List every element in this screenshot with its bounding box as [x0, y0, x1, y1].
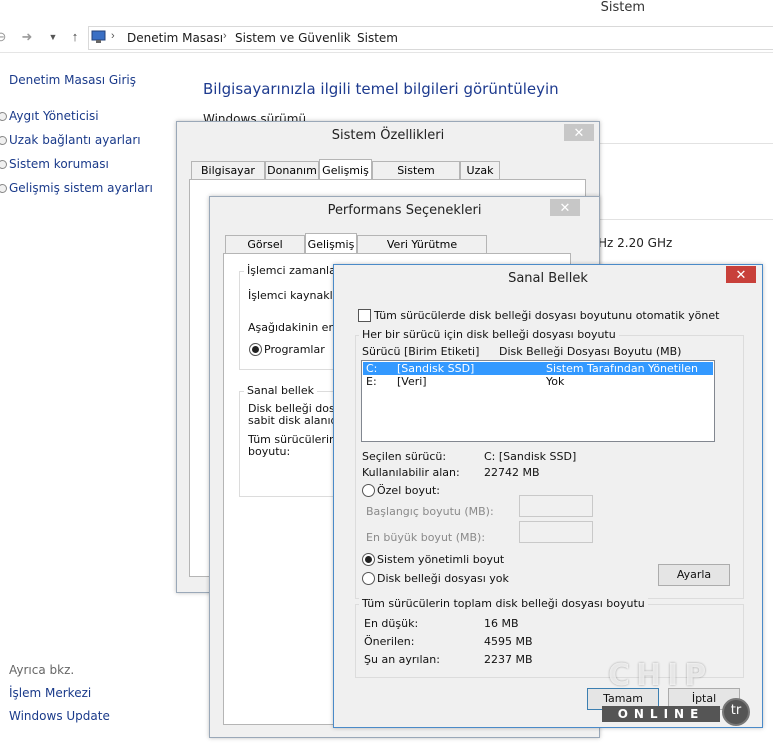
tab-system-protection[interactable]: Sistem Koruması	[372, 161, 460, 195]
control-panel-icon	[91, 30, 106, 43]
chip-online-watermark: CHIP ONLINE tr	[600, 658, 750, 726]
close-icon[interactable]: ✕	[564, 124, 594, 141]
close-icon[interactable]: ✕	[726, 266, 756, 283]
see-also-windows-update[interactable]: Windows Update	[9, 709, 110, 723]
programs-label: Programlar	[264, 343, 325, 356]
currently-allocated-value: 2237 MB	[484, 653, 533, 666]
custom-size-label: Özel boyut:	[377, 484, 440, 497]
sidebar-item-advanced-settings[interactable]: Gelişmiş sistem ayarları	[0, 181, 153, 195]
tab-data-execution-prevention[interactable]: Veri Yürütme Engellemesi	[357, 235, 487, 269]
system-managed-label: Sistem yönetimli boyut	[377, 553, 505, 566]
breadcrumb-separator: ›	[223, 30, 227, 42]
dialog-title: Sistem Özellikleri	[331, 128, 445, 143]
dialog-title: Sanal Bellek	[508, 271, 588, 286]
window-title: Sistem	[600, 0, 645, 15]
tab-hardware[interactable]: Donanım	[265, 161, 319, 180]
divider	[590, 143, 773, 144]
column-header-size: Disk Belleği Dosyası Boyutu (MB)	[499, 345, 682, 358]
group-label: Tüm sürücülerin toplam disk belleği dosy…	[359, 597, 648, 610]
tab-advanced[interactable]: Gelişmiş	[319, 159, 372, 181]
set-button[interactable]: Ayarla	[658, 564, 730, 586]
no-paging-file-label: Disk belleği dosyası yok	[377, 572, 509, 585]
system-managed-radio[interactable]	[362, 553, 375, 566]
cpu-speed-value: Hz 2.20 GHz	[598, 236, 673, 250]
max-size-input[interactable]	[519, 521, 593, 543]
drive-label: [Veri]	[397, 375, 427, 388]
see-also-action-center[interactable]: İşlem Merkezi	[9, 686, 91, 700]
see-also-heading: Ayrıca bkz.	[9, 663, 75, 677]
drive-pagefile-size: Yok	[546, 375, 565, 388]
group-label: Her bir sürücü için disk belleği dosyası…	[359, 328, 619, 341]
watermark-badge: tr	[722, 698, 750, 726]
tab-remote[interactable]: Uzak	[460, 161, 500, 180]
tab-advanced[interactable]: Gelişmiş	[305, 233, 357, 255]
dialog-title: Performans Seçenekleri	[327, 203, 482, 218]
group-label: Sanal bellek	[244, 384, 317, 397]
sidebar-item-device-manager[interactable]: Aygıt Yöneticisi	[0, 109, 99, 123]
breadcrumb-control-panel[interactable]: Denetim Masası	[127, 31, 223, 45]
recommended-label: Önerilen:	[364, 635, 415, 648]
sidebar-home-link[interactable]: Denetim Masası Giriş	[9, 73, 136, 87]
minimum-label: En düşük:	[364, 617, 419, 630]
tab-computer-name[interactable]: Bilgisayar Adı	[191, 161, 265, 195]
no-paging-file-radio[interactable]	[362, 572, 375, 585]
drive-label: [Sandisk SSD]	[397, 362, 475, 375]
close-icon[interactable]: ✕	[550, 199, 580, 216]
drive-list[interactable]: C: [Sandisk SSD] Sistem Tarafından Yönet…	[361, 360, 715, 442]
free-space-value: 22742 MB	[484, 466, 540, 479]
dialog-body: Tüm sürücülerde disk belleği dosyası boy…	[342, 295, 752, 719]
recommended-value: 4595 MB	[484, 635, 533, 648]
column-header-drive: Sürücü [Birim Etiketi]	[362, 345, 480, 358]
address-bar[interactable]: › Denetim Masası › Sistem ve Güvenlik › …	[88, 26, 773, 50]
drive-letter: C:	[366, 362, 378, 375]
custom-size-radio[interactable]	[362, 484, 375, 497]
auto-manage-label: Tüm sürücülerde disk belleği dosyası boy…	[374, 309, 720, 322]
minimum-value: 16 MB	[484, 617, 519, 630]
initial-size-input[interactable]	[519, 495, 593, 517]
free-space-label: Kullanılabilir alan:	[362, 466, 460, 479]
up-arrow-icon[interactable]: ↑	[66, 28, 84, 46]
breadcrumb-system-security[interactable]: Sistem ve Güvenlik	[235, 31, 351, 45]
programs-radio[interactable]	[249, 343, 262, 356]
back-arrow-icon[interactable]: ⊖	[0, 28, 10, 46]
drive-pagefile-size: Sistem Tarafından Yönetilen	[546, 362, 698, 375]
sidebar-item-system-protection[interactable]: Sistem koruması	[0, 157, 109, 171]
selected-drive-value: C: [Sandisk SSD]	[484, 450, 577, 463]
page-title: Bilgisayarınızla ilgili temel bilgileri …	[203, 80, 559, 98]
explorer-titlebar: Sistem	[0, 0, 773, 20]
navigation-bar: ⊖ ➜ ▼ ↑ › Denetim Masası › Sistem ve Güv…	[0, 24, 773, 53]
currently-allocated-label: Şu an ayrılan:	[364, 653, 440, 666]
tab-visual-effects[interactable]: Görsel Efektler	[225, 235, 305, 269]
auto-manage-checkbox[interactable]	[358, 309, 371, 322]
breadcrumb-system[interactable]: Sistem	[357, 31, 398, 45]
watermark-logo-bottom: ONLINE	[602, 706, 720, 722]
selected-drive-label: Seçilen sürücü:	[362, 450, 447, 463]
breadcrumb-separator: ›	[346, 30, 350, 42]
vm-total-label: boyutu:	[248, 445, 291, 458]
recent-pages-chevron-icon[interactable]: ▼	[44, 28, 62, 46]
watermark-logo-top: CHIP	[608, 658, 713, 693]
forward-arrow-icon[interactable]: ➜	[18, 28, 36, 46]
drive-letter: E:	[366, 375, 377, 388]
sidebar-item-remote-settings[interactable]: Uzak bağlantı ayarları	[0, 133, 141, 147]
breadcrumb-separator: ›	[111, 30, 115, 42]
max-size-label: En büyük boyut (MB):	[366, 531, 486, 544]
initial-size-label: Başlangıç boyutu (MB):	[366, 505, 494, 518]
divider	[590, 219, 773, 220]
